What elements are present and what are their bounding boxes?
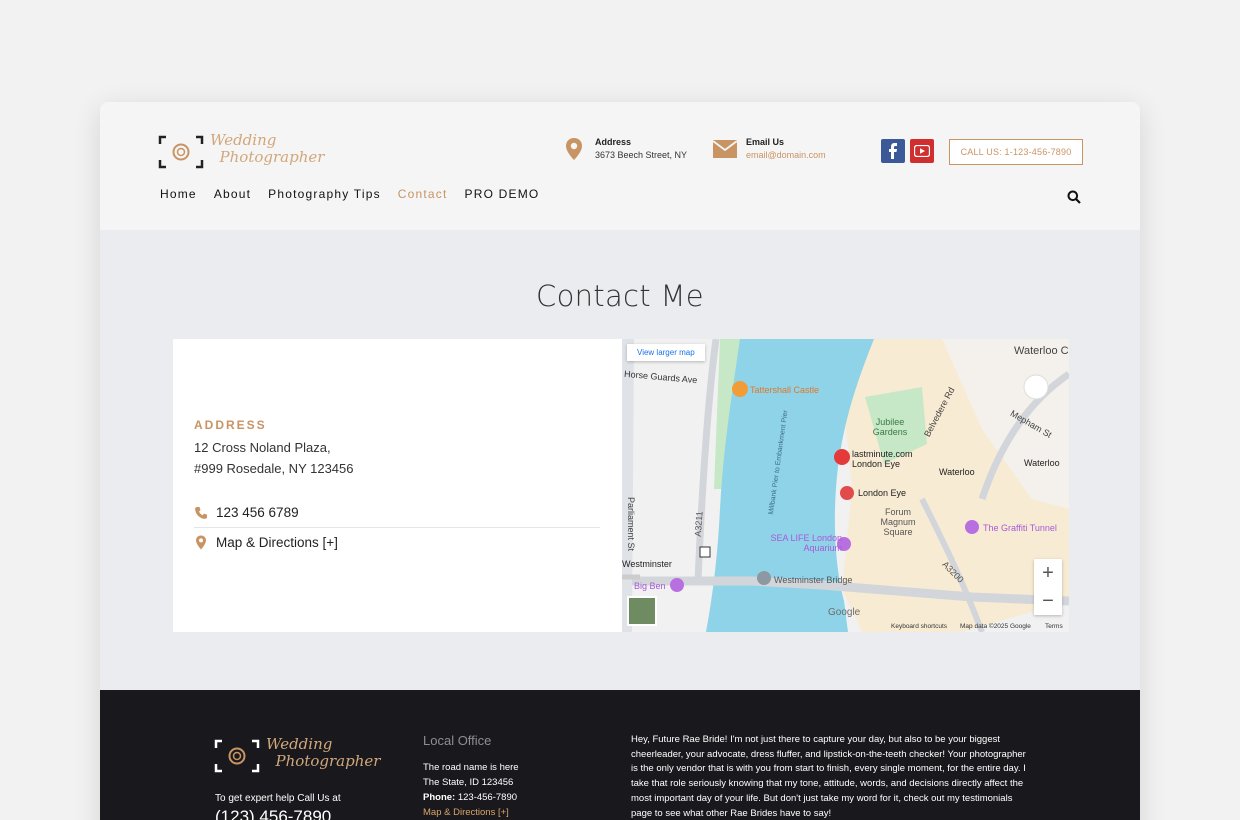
nav-about[interactable]: About	[214, 187, 251, 201]
footer-logo-line2: Photographer	[275, 752, 381, 770]
map-zoom-control: + −	[1034, 559, 1062, 615]
phone-icon	[195, 506, 207, 519]
envelope-icon	[712, 140, 738, 158]
browser-frame: Wedding Photographer Address 3673 Beech …	[100, 102, 1140, 820]
map-label-a3211: A3211	[692, 511, 705, 537]
site-header: Wedding Photographer Address 3673 Beech …	[100, 102, 1140, 230]
main-nav: Home About Photography Tips Contact PRO …	[160, 187, 539, 201]
zoom-in-button[interactable]: +	[1034, 559, 1062, 587]
phone-row[interactable]: 123 456 6789	[194, 505, 299, 520]
site-logo[interactable]: Wedding Photographer	[158, 132, 324, 174]
map-label-waterloo-campus: Waterloo Campus	[1014, 345, 1069, 357]
footer-office-road: The road name is here	[423, 762, 519, 773]
email-info: Email Us email@domain.com	[712, 136, 826, 162]
map-label-westminster-bridge: Westminster Bridge	[774, 575, 853, 585]
logo-camera-icon	[158, 135, 204, 169]
page-title: Contact Me	[536, 279, 704, 313]
address-line1: 12 Cross Noland Plaza,	[194, 440, 331, 455]
nav-pro-demo[interactable]: PRO DEMO	[465, 187, 540, 201]
site-footer: Wedding Photographer To get expert help …	[100, 690, 1140, 820]
footer-logo-line1: Wedding	[266, 735, 333, 753]
search-icon[interactable]	[1067, 190, 1081, 204]
map-label-jubilee: Jubilee Gardens	[872, 417, 908, 437]
logo-camera-icon	[214, 739, 260, 773]
map-label-sealife[interactable]: SEA LIFE London Aquarium	[752, 533, 842, 553]
map-label-lastminute[interactable]: lastminute.com London Eye	[852, 449, 924, 469]
facebook-icon[interactable]	[881, 139, 905, 163]
google-logo: Google	[828, 607, 861, 618]
email-link[interactable]: email@domain.com	[746, 148, 826, 162]
footer-office-phone-label: Phone:	[423, 792, 456, 803]
divider	[194, 527, 600, 528]
footer-office-phone[interactable]: 123-456-7890	[458, 792, 517, 803]
view-larger-map-link[interactable]: View larger map	[627, 344, 705, 361]
footer-phone[interactable]: (123) 456-7890	[215, 807, 331, 820]
address-info: Address 3673 Beech Street, NY	[561, 136, 687, 162]
address-heading: ADDRESS	[194, 418, 267, 432]
address-label: Address	[595, 137, 632, 147]
footer-about-text: Hey, Future Rae Bride! I'm not just ther…	[631, 734, 1026, 819]
logo-line1: Wedding	[210, 131, 277, 149]
nav-home[interactable]: Home	[160, 187, 197, 201]
map-label-westminster: Westminster	[622, 559, 672, 569]
nav-photography-tips[interactable]: Photography Tips	[268, 187, 381, 201]
map-data-attribution: Map data ©2025 Google	[960, 623, 1031, 630]
map-label-graffiti-tunnel[interactable]: The Graffiti Tunnel	[983, 523, 1057, 533]
address-value: 3673 Beech Street, NY	[595, 150, 688, 160]
email-label: Email Us	[746, 137, 785, 147]
footer-office-state: The State, ID 123456	[423, 777, 514, 788]
phone-number: 123 456 6789	[216, 505, 299, 520]
map-label-waterloo-2: Waterloo	[1024, 458, 1060, 468]
map-label-waterloo: Waterloo	[939, 467, 975, 477]
youtube-icon[interactable]	[910, 139, 934, 163]
footer-office-heading: Local Office	[423, 733, 492, 748]
contact-card: ADDRESS 12 Cross Noland Plaza, #999 Rose…	[173, 339, 622, 632]
footer-help-text: To get expert help Call Us at	[215, 793, 341, 804]
location-pin-icon	[566, 138, 582, 160]
call-us-button[interactable]: CALL US: 1-123-456-7890	[949, 139, 1083, 165]
directions-link: Map & Directions [+]	[216, 535, 338, 550]
footer-office-block: The road name is here The State, ID 1234…	[423, 760, 519, 820]
nav-contact[interactable]: Contact	[398, 187, 448, 201]
zoom-out-button[interactable]: −	[1034, 587, 1062, 615]
map-pin-icon	[196, 535, 206, 550]
map-label-tattershall[interactable]: Tattershall Castle	[750, 385, 819, 395]
footer-directions-link[interactable]: Map & Directions [+]	[423, 805, 519, 820]
logo-text: Wedding Photographer	[210, 132, 324, 166]
footer-logo[interactable]: Wedding Photographer	[214, 736, 380, 776]
map-label-parliament: Parliament St	[626, 496, 637, 552]
logo-line2: Photographer	[219, 148, 325, 166]
map-label-forum: Forum Magnum Square	[880, 507, 916, 537]
keyboard-shortcuts-link[interactable]: Keyboard shortcuts	[891, 623, 947, 630]
address-line2: #999 Rosedale, NY 123456	[194, 461, 354, 476]
directions-row[interactable]: Map & Directions [+]	[194, 535, 338, 550]
address-block: 12 Cross Noland Plaza, #999 Rosedale, NY…	[194, 437, 354, 479]
map-label-london-eye[interactable]: London Eye	[858, 488, 906, 498]
footer-office-phone-row: Phone: 123-456-7890	[423, 790, 519, 805]
google-map[interactable]: View larger map Horse Guards Ave Tatters…	[622, 339, 1069, 632]
footer-logo-text: Wedding Photographer	[266, 736, 380, 770]
terms-link[interactable]: Terms	[1045, 623, 1063, 630]
map-label-big-ben[interactable]: Big Ben	[634, 581, 666, 591]
